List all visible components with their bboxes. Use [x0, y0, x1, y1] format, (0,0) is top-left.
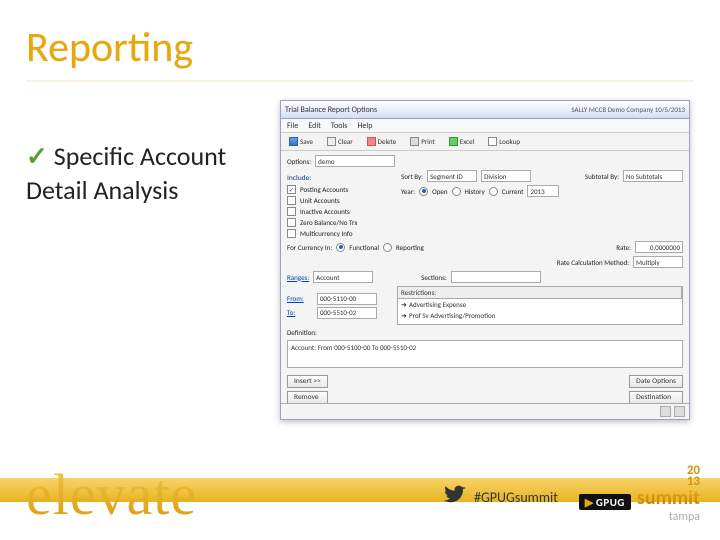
- to-label[interactable]: To:: [287, 308, 313, 317]
- subtotal-label: Subtotal By:: [585, 172, 619, 181]
- currency-label: For Currency In:: [287, 243, 332, 252]
- year-current-radio[interactable]: [489, 187, 498, 196]
- ratecalc-select[interactable]: Multiply: [633, 256, 683, 268]
- checkmark-icon: ✓: [26, 140, 48, 172]
- print-icon: [410, 137, 419, 146]
- zero-balance-label: Zero Balance/No Trx: [300, 218, 357, 227]
- window-company: SALLY MCCB Demo Company 10/5/2013: [571, 105, 685, 114]
- brand-word: elevate: [26, 461, 197, 528]
- title-underline: [26, 80, 694, 82]
- ratecalc-label: Rate Calculation Method:: [557, 258, 629, 267]
- menubar: File Edit Tools Help: [281, 119, 689, 133]
- rate-label: Rate:: [616, 243, 631, 252]
- delete-icon: [367, 137, 376, 146]
- restrictions-list[interactable]: ➜Advertising Expense ➜Prof Sv Advertisin…: [397, 299, 683, 325]
- sortby-select2[interactable]: Division: [481, 170, 531, 182]
- menu-file[interactable]: File: [287, 121, 298, 131]
- table-row: ➜Prof Sv Advertising/Promotion: [398, 310, 682, 321]
- statusbar: [281, 403, 689, 419]
- reporting-radio[interactable]: [383, 243, 392, 252]
- bullet-item: ✓Specific Account Detail Analysis: [26, 140, 266, 208]
- city-label: tampa: [669, 510, 700, 524]
- sections-label: Sections:: [421, 273, 447, 282]
- multicurrency-label: Multicurrency Info: [300, 229, 353, 238]
- window-body: Options: demo Include: ✓ Posting Accounts…: [281, 151, 689, 410]
- restrictions-header: Restrictions:: [397, 286, 683, 299]
- to-account[interactable]: 000-5510-02: [317, 307, 377, 319]
- clear-button[interactable]: Clear: [323, 135, 357, 148]
- slide-title: Reporting: [26, 22, 193, 73]
- subtotal-select[interactable]: No Subtotals: [623, 170, 683, 182]
- multicurrency-checkbox[interactable]: [287, 229, 296, 238]
- year-history-radio[interactable]: [452, 187, 461, 196]
- summit-year: 20 13: [687, 465, 700, 488]
- lookup-icon: [488, 137, 497, 146]
- zero-balance-checkbox[interactable]: [287, 218, 296, 227]
- rate-value[interactable]: 0.0000000: [635, 241, 683, 253]
- status-icon: [660, 406, 671, 417]
- save-icon: [289, 137, 298, 146]
- save-button[interactable]: Save: [285, 135, 317, 148]
- include-header: Include:: [287, 174, 387, 183]
- inactive-accounts-checkbox[interactable]: [287, 207, 296, 216]
- year-label: Year:: [401, 187, 415, 196]
- clear-icon: [327, 137, 336, 146]
- bullet-text: Specific Account Detail Analysis: [26, 140, 226, 206]
- options-label: Options:: [287, 157, 311, 166]
- table-row: ➜Advertising Expense: [398, 299, 682, 310]
- date-options-button[interactable]: Date Options: [629, 375, 683, 388]
- sortby-select1[interactable]: Segment ID: [427, 170, 477, 182]
- ranges-field-select[interactable]: Account: [313, 271, 373, 283]
- menu-help[interactable]: Help: [357, 121, 372, 131]
- year-value[interactable]: 2013: [527, 185, 559, 197]
- hashtag-block: #GPUGsummit: [444, 484, 558, 510]
- summit-word: summit: [637, 486, 700, 510]
- gpug-pill: ▶GPUG: [579, 494, 631, 510]
- menu-edit[interactable]: Edit: [308, 121, 321, 131]
- excel-button[interactable]: Excel: [445, 135, 478, 148]
- year-open-radio[interactable]: [419, 187, 428, 196]
- menu-tools[interactable]: Tools: [331, 121, 348, 131]
- window-title: Trial Balance Report Options: [285, 105, 571, 115]
- hashtag: #GPUGsummit: [474, 489, 558, 506]
- lookup-button[interactable]: Lookup: [484, 135, 524, 148]
- gpug-summit-logo: ▶GPUG summit: [579, 486, 700, 510]
- twitter-icon: [444, 484, 466, 510]
- definition-label: Definition:: [287, 328, 317, 337]
- screenshot-window: Trial Balance Report Options SALLY MCCB …: [280, 100, 690, 420]
- toolbar: Save Clear Delete Print Excel Lookup: [281, 133, 689, 151]
- help-icon: [674, 406, 685, 417]
- sortby-label: Sort By:: [401, 172, 423, 181]
- sections-box[interactable]: [451, 271, 541, 283]
- excel-icon: [449, 137, 458, 146]
- footer: elevate #GPUGsummit 20 13 ▶GPUG summit t…: [0, 468, 720, 540]
- options-field[interactable]: demo: [315, 155, 395, 167]
- insert-button[interactable]: Insert >>: [287, 375, 328, 388]
- print-button[interactable]: Print: [406, 135, 439, 148]
- posting-accounts-label: Posting Accounts: [300, 185, 348, 194]
- inactive-accounts-label: Inactive Accounts: [300, 207, 350, 216]
- delete-button[interactable]: Delete: [363, 135, 401, 148]
- definition-box: Account: From 000-5100-00 To 000-5510-02: [287, 340, 683, 368]
- ranges-label[interactable]: Ranges:: [287, 273, 309, 282]
- from-account[interactable]: 000-5110-00: [317, 293, 377, 305]
- window-titlebar: Trial Balance Report Options SALLY MCCB …: [281, 101, 689, 119]
- unit-accounts-label: Unit Accounts: [300, 196, 340, 205]
- functional-radio[interactable]: [336, 243, 345, 252]
- from-label[interactable]: From:: [287, 294, 313, 303]
- posting-accounts-checkbox[interactable]: ✓: [287, 185, 296, 194]
- unit-accounts-checkbox[interactable]: [287, 196, 296, 205]
